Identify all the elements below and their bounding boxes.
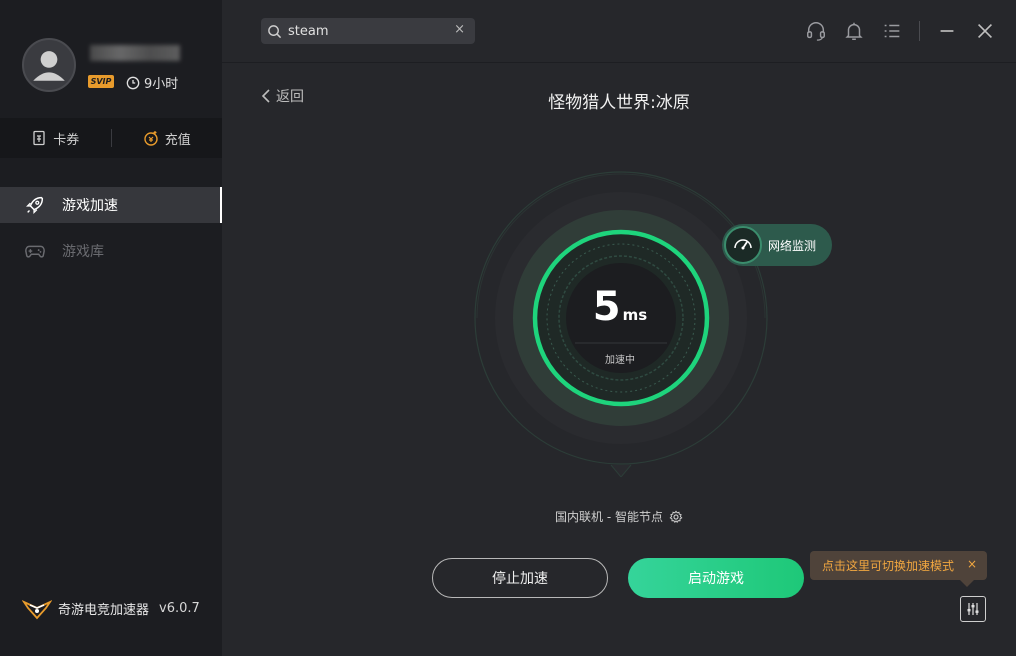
nav-item-game-boost[interactable]: 游戏加速 — [0, 187, 222, 223]
tooltip-text: 点击这里可切换加速模式 — [822, 559, 955, 573]
gear-icon[interactable] — [669, 510, 683, 524]
username-redacted — [90, 45, 180, 61]
game-title: 怪物猎人世界:冰原 — [548, 93, 690, 113]
svip-badge: SVIP — [88, 75, 114, 88]
node-info: 国内联机 - 智能节点 — [222, 508, 1016, 525]
avatar[interactable] — [22, 38, 76, 92]
search-box[interactable]: × — [261, 18, 475, 44]
sliders-icon — [967, 603, 979, 615]
coupon-button[interactable]: 卡券 — [0, 129, 111, 148]
nav-label: 游戏库 — [62, 244, 104, 260]
latency-value: 5 — [592, 284, 621, 330]
remaining-hours: 9小时 — [126, 73, 178, 92]
rocket-icon — [26, 196, 44, 214]
boost-mode-button[interactable] — [960, 596, 986, 622]
coupon-label: 卡券 — [53, 132, 80, 148]
tooltip-close-icon[interactable]: × — [967, 557, 977, 571]
gamepad-icon — [25, 245, 45, 258]
recharge-button[interactable]: 充值 — [112, 129, 223, 148]
clock-icon — [126, 76, 140, 89]
nav-item-game-library[interactable]: 游戏库 — [0, 233, 222, 269]
network-monitor-button[interactable]: 网络监测 — [722, 224, 832, 266]
menu-icon[interactable] — [881, 20, 903, 42]
node-label: 国内联机 - 智能节点 — [555, 510, 663, 524]
search-icon — [268, 24, 282, 38]
brand: 奇游电竞加速器 v6.0.7 — [22, 596, 200, 620]
hours-text: 9小时 — [144, 77, 179, 92]
search-clear-icon[interactable]: × — [454, 22, 465, 37]
boost-status: 加速中 — [605, 355, 635, 366]
bell-icon[interactable] — [843, 20, 865, 42]
network-monitor-label: 网络监测 — [768, 238, 817, 253]
coin-icon — [144, 131, 158, 146]
headset-icon[interactable] — [805, 20, 827, 42]
search-input[interactable] — [288, 23, 448, 39]
speedometer-icon — [724, 226, 762, 264]
app-version: v6.0.7 — [159, 600, 200, 616]
latency-readout: 5 ms — [560, 284, 680, 330]
mode-switch-tooltip: 点击这里可切换加速模式 × — [810, 551, 987, 587]
nav-label: 游戏加速 — [62, 198, 118, 214]
close-icon[interactable] — [974, 20, 996, 42]
launch-game-button[interactable]: 启动游戏 — [628, 558, 804, 598]
coupon-icon — [33, 130, 45, 146]
latency-unit: ms — [622, 306, 648, 324]
toolbar-divider — [919, 21, 920, 41]
wallet-bar: 卡券 充值 — [0, 118, 222, 158]
brand-name: 奇游电竞加速器 — [58, 602, 150, 618]
stop-boost-button[interactable]: 停止加速 — [432, 558, 608, 598]
brand-logo-icon — [22, 600, 52, 620]
user-icon — [33, 51, 65, 81]
window-controls — [789, 20, 996, 42]
top-bar: × — [222, 0, 1016, 63]
minimize-icon[interactable] — [936, 20, 958, 42]
recharge-label: 充值 — [164, 132, 191, 148]
sidebar: SVIP 9小时 卡券 充值 游戏加速 游戏库 奇游电竞加速器 v6.0.7 — [0, 0, 222, 656]
